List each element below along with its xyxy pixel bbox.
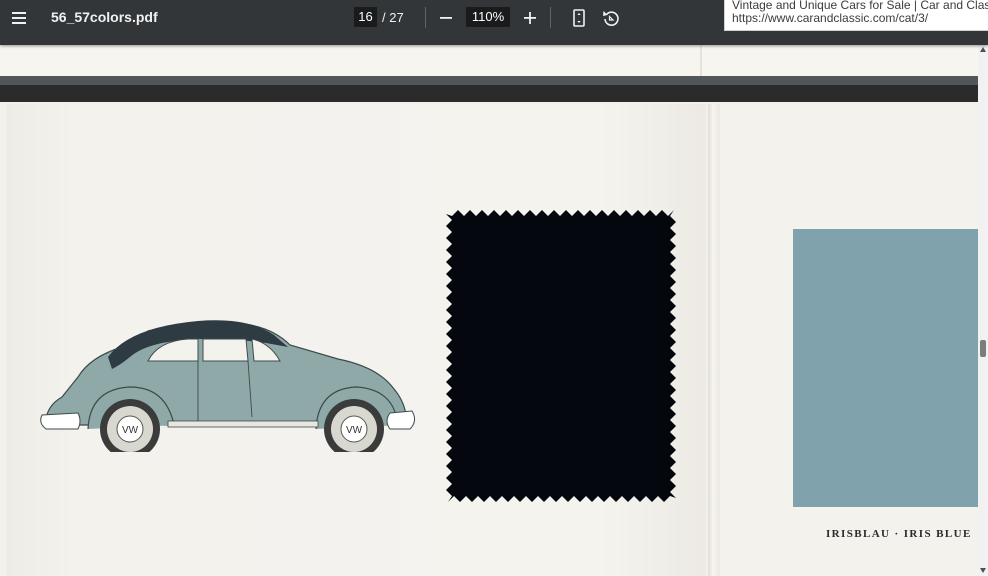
document-title: 56_57colors.pdf	[51, 9, 158, 25]
paint-color-swatch	[793, 229, 978, 507]
scrollbar-thumb[interactable]	[980, 340, 986, 357]
scroll-down-arrow[interactable]	[980, 568, 986, 573]
pdf-viewer[interactable]: VW VW IRISBLAU · IRIS BLUE	[0, 45, 988, 576]
vertical-scrollbar[interactable]	[978, 45, 988, 576]
fabric-swatch-shape	[446, 210, 676, 502]
tooltip-url: https://www.carandclassic.com/cat/3/	[732, 11, 929, 25]
rotate-button[interactable]	[599, 6, 623, 30]
fit-page-button[interactable]	[567, 6, 591, 30]
zoom-out-icon	[440, 17, 452, 19]
page-top-band	[0, 85, 978, 102]
svg-text:VW: VW	[122, 425, 139, 436]
beetle-car-illustration: VW VW	[40, 320, 416, 452]
fabric-swatch	[446, 210, 676, 502]
svg-text:VW: VW	[346, 425, 363, 436]
previous-page	[0, 45, 978, 76]
zoom-in-button[interactable]	[518, 6, 542, 30]
link-tooltip: Vintage and Unique Cars for Sale | Car a…	[724, 0, 988, 31]
color-name-label: IRISBLAU · IRIS BLUE	[826, 528, 972, 540]
fit-page-icon	[573, 9, 585, 27]
zoom-in-icon	[524, 12, 536, 24]
page-fold	[700, 45, 702, 76]
rotate-icon	[603, 11, 619, 26]
page-number-input[interactable]: 16	[354, 7, 377, 27]
toolbar-divider	[425, 7, 426, 28]
brochure-fold	[708, 104, 720, 576]
page-total: / 27	[382, 10, 404, 25]
menu-icon[interactable]	[7, 6, 31, 30]
pdf-page: VW VW IRISBLAU · IRIS BLUE	[0, 85, 978, 576]
zoom-level-input[interactable]: 110%	[466, 7, 510, 27]
zoom-out-button[interactable]	[434, 6, 458, 30]
toolbar-divider	[550, 7, 551, 28]
scroll-up-arrow[interactable]	[980, 47, 986, 52]
